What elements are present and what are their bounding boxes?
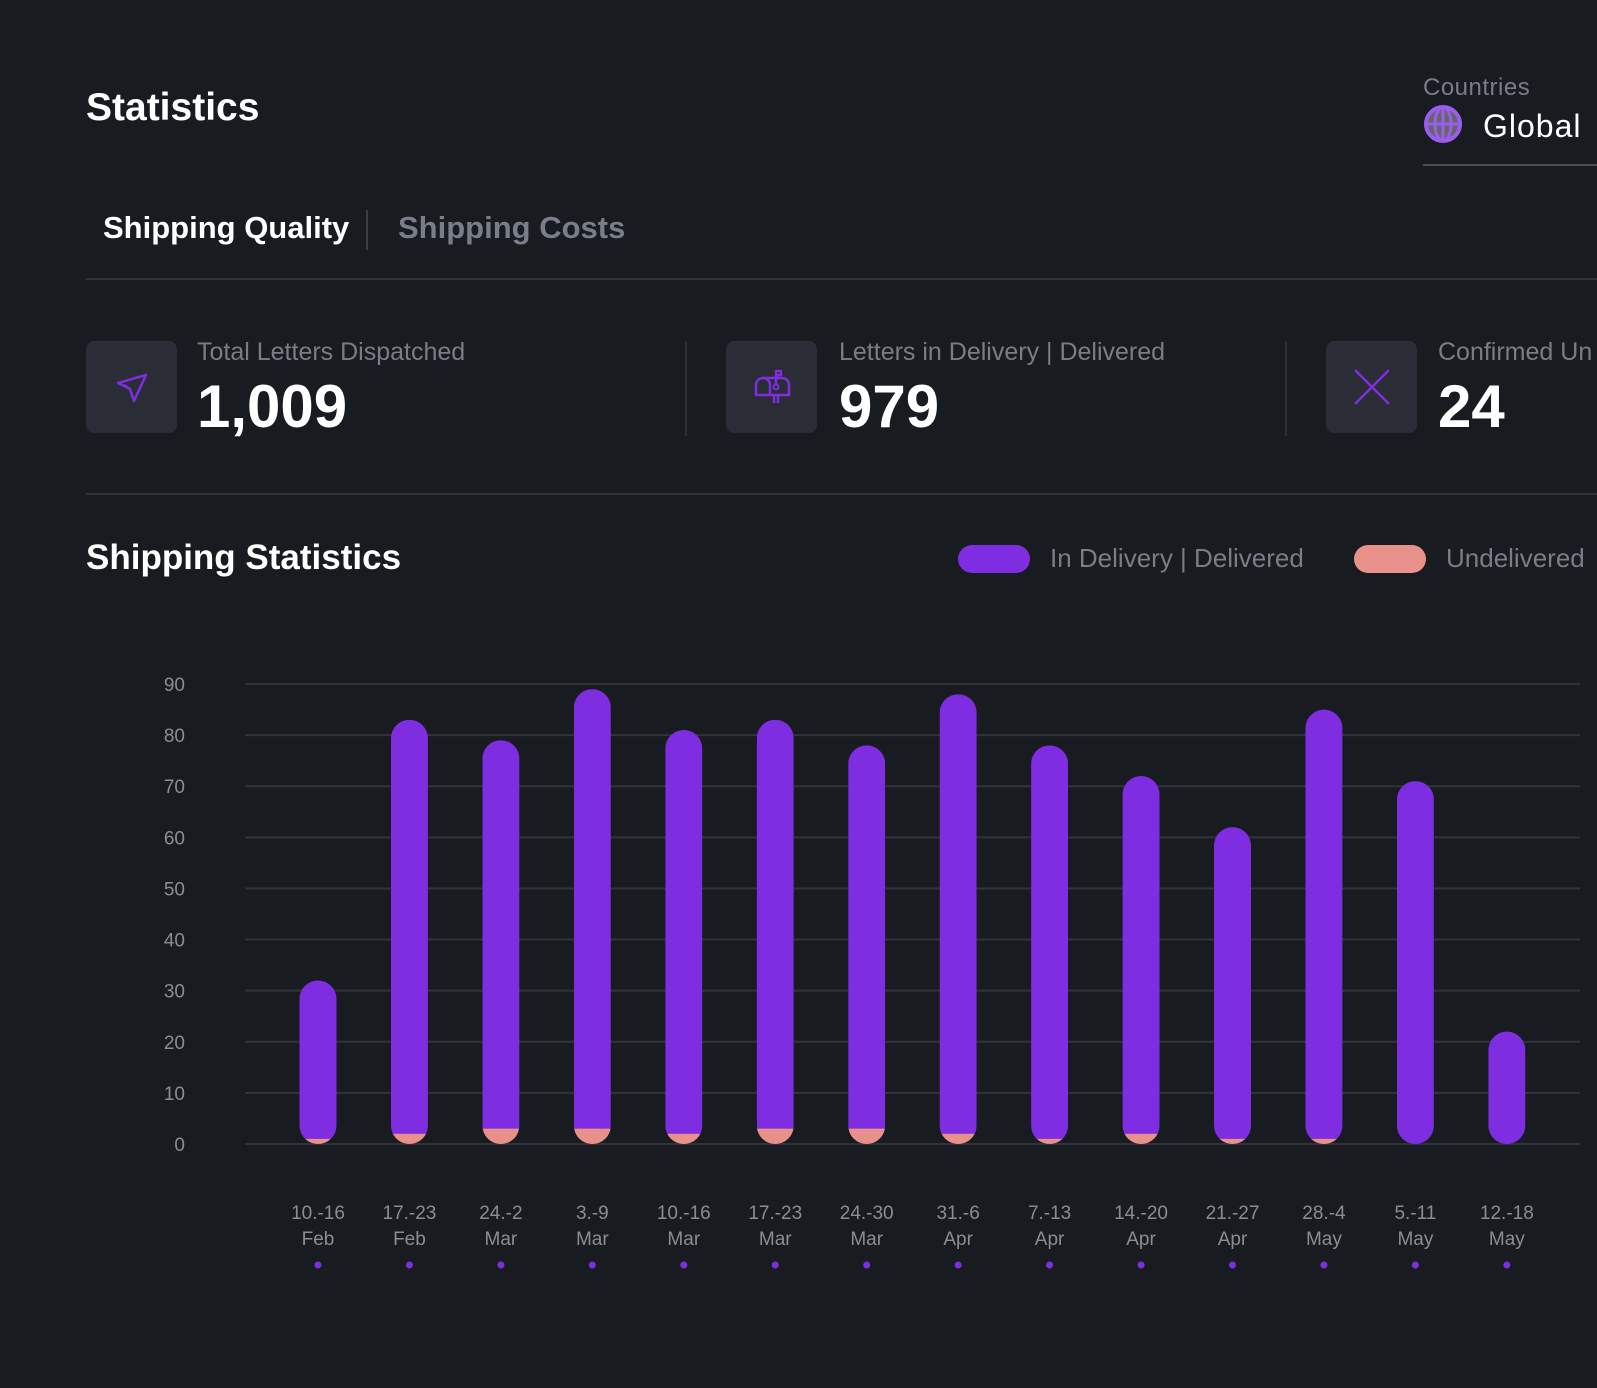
bar-group[interactable]: [756, 719, 794, 1144]
bar-group[interactable]: [939, 694, 977, 1144]
bar-undelivered[interactable]: [482, 1128, 520, 1144]
x-tick-label: Apr: [1126, 1229, 1156, 1250]
y-tick-label: 50: [164, 879, 185, 900]
bar-delivered[interactable]: [390, 719, 428, 1135]
bar-undelivered[interactable]: [939, 1133, 977, 1144]
bar-group[interactable]: [848, 745, 886, 1144]
x-tick-label: 24.-2: [479, 1203, 522, 1224]
bar-group[interactable]: [1396, 781, 1434, 1144]
x-tick-label: 31.-6: [936, 1203, 979, 1224]
x-tick-label: Mar: [667, 1229, 700, 1250]
bar-group[interactable]: [482, 740, 520, 1144]
bar-group[interactable]: [1488, 1031, 1526, 1145]
bar-delivered[interactable]: [573, 689, 611, 1130]
y-tick-label: 30: [164, 982, 185, 1003]
x-tick-label: 17.-23: [748, 1203, 802, 1224]
bar-delivered[interactable]: [939, 694, 977, 1135]
bar-delivered[interactable]: [1214, 827, 1251, 1140]
x-tick-label: Apr: [1218, 1229, 1248, 1250]
x-tick-dot: [314, 1261, 322, 1269]
x-tick-dot: [1320, 1261, 1328, 1269]
x-tick-dot: [1137, 1261, 1145, 1269]
y-tick-label: 0: [174, 1135, 185, 1156]
bar-undelivered[interactable]: [390, 1133, 428, 1144]
bar-undelivered[interactable]: [756, 1128, 794, 1144]
bar-delivered[interactable]: [1305, 709, 1343, 1140]
bar-delivered[interactable]: [1122, 776, 1160, 1135]
bar-group[interactable]: [573, 689, 611, 1144]
bar-group[interactable]: [665, 730, 703, 1144]
x-tick-dot: [1503, 1261, 1511, 1269]
y-tick-label: 10: [164, 1084, 185, 1105]
bar-delivered[interactable]: [482, 740, 520, 1130]
bar-group[interactable]: [1122, 776, 1160, 1144]
bar-delivered[interactable]: [756, 719, 794, 1130]
bar-delivered[interactable]: [1031, 745, 1069, 1140]
x-tick-label: Mar: [850, 1229, 883, 1250]
bar-undelivered[interactable]: [1122, 1133, 1160, 1144]
bar-group[interactable]: [1031, 745, 1069, 1144]
bar-undelivered[interactable]: [848, 1128, 886, 1144]
x-tick-label: 7.-13: [1028, 1203, 1071, 1224]
x-tick-dot: [497, 1261, 505, 1269]
x-tick-label: 21.-27: [1206, 1203, 1260, 1224]
x-tick-label: Mar: [485, 1229, 518, 1250]
bar-delivered[interactable]: [665, 730, 703, 1135]
x-tick-dot: [680, 1261, 688, 1269]
x-tick-label: Mar: [759, 1229, 792, 1250]
x-tick-dot: [771, 1261, 779, 1269]
x-tick-label: 14.-20: [1114, 1203, 1168, 1224]
x-tick-label: 28.-4: [1302, 1203, 1346, 1224]
x-tick-label: 5.-11: [1394, 1203, 1436, 1224]
x-tick-label: Feb: [302, 1229, 335, 1250]
bar-delivered[interactable]: [1488, 1031, 1526, 1145]
y-tick-label: 70: [164, 777, 185, 798]
x-tick-label: 3.-9: [576, 1203, 609, 1224]
y-tick-label: 20: [164, 1033, 185, 1054]
y-tick-label: 40: [164, 931, 185, 952]
x-tick-label: 12.-18: [1480, 1203, 1534, 1224]
x-tick-dot: [588, 1261, 596, 1269]
bar-group[interactable]: [1305, 709, 1343, 1144]
x-tick-label: 17.-23: [383, 1203, 437, 1224]
x-tick-dot: [1046, 1261, 1054, 1269]
bar-delivered[interactable]: [299, 980, 337, 1140]
x-tick-label: Apr: [1035, 1229, 1065, 1250]
bar-delivered[interactable]: [848, 745, 886, 1130]
x-tick-dot: [1229, 1261, 1236, 1269]
x-tick-dot: [954, 1261, 962, 1269]
shipping-chart: 0 10 20 30 40 50 60 70 80 90 10.-16 Feb 17.-23 Feb 24.…: [164, 675, 1580, 1269]
bar-undelivered[interactable]: [665, 1133, 703, 1144]
x-tick-dot: [405, 1261, 413, 1269]
y-tick-label: 80: [164, 726, 185, 747]
x-tick-label: May: [1397, 1229, 1433, 1250]
x-tick-label: May: [1489, 1229, 1525, 1250]
x-tick-label: Mar: [576, 1229, 609, 1250]
y-tick-label: 60: [164, 828, 185, 849]
x-tick-dot: [1411, 1261, 1419, 1269]
x-tick-label: May: [1306, 1229, 1342, 1250]
x-tick-label: 24.-30: [840, 1203, 894, 1224]
x-tick-dot: [863, 1261, 871, 1269]
bar-undelivered[interactable]: [573, 1128, 611, 1144]
bar-group[interactable]: [390, 719, 428, 1144]
x-tick-label: 10.-16: [291, 1203, 345, 1224]
bar-group[interactable]: [1214, 827, 1251, 1144]
x-tick-label: 10.-16: [657, 1203, 711, 1224]
y-tick-label: 90: [164, 675, 185, 696]
bar-delivered[interactable]: [1396, 781, 1434, 1144]
x-tick-label: Apr: [943, 1229, 973, 1250]
bar-group[interactable]: [299, 980, 337, 1144]
x-tick-label: Feb: [393, 1229, 426, 1250]
